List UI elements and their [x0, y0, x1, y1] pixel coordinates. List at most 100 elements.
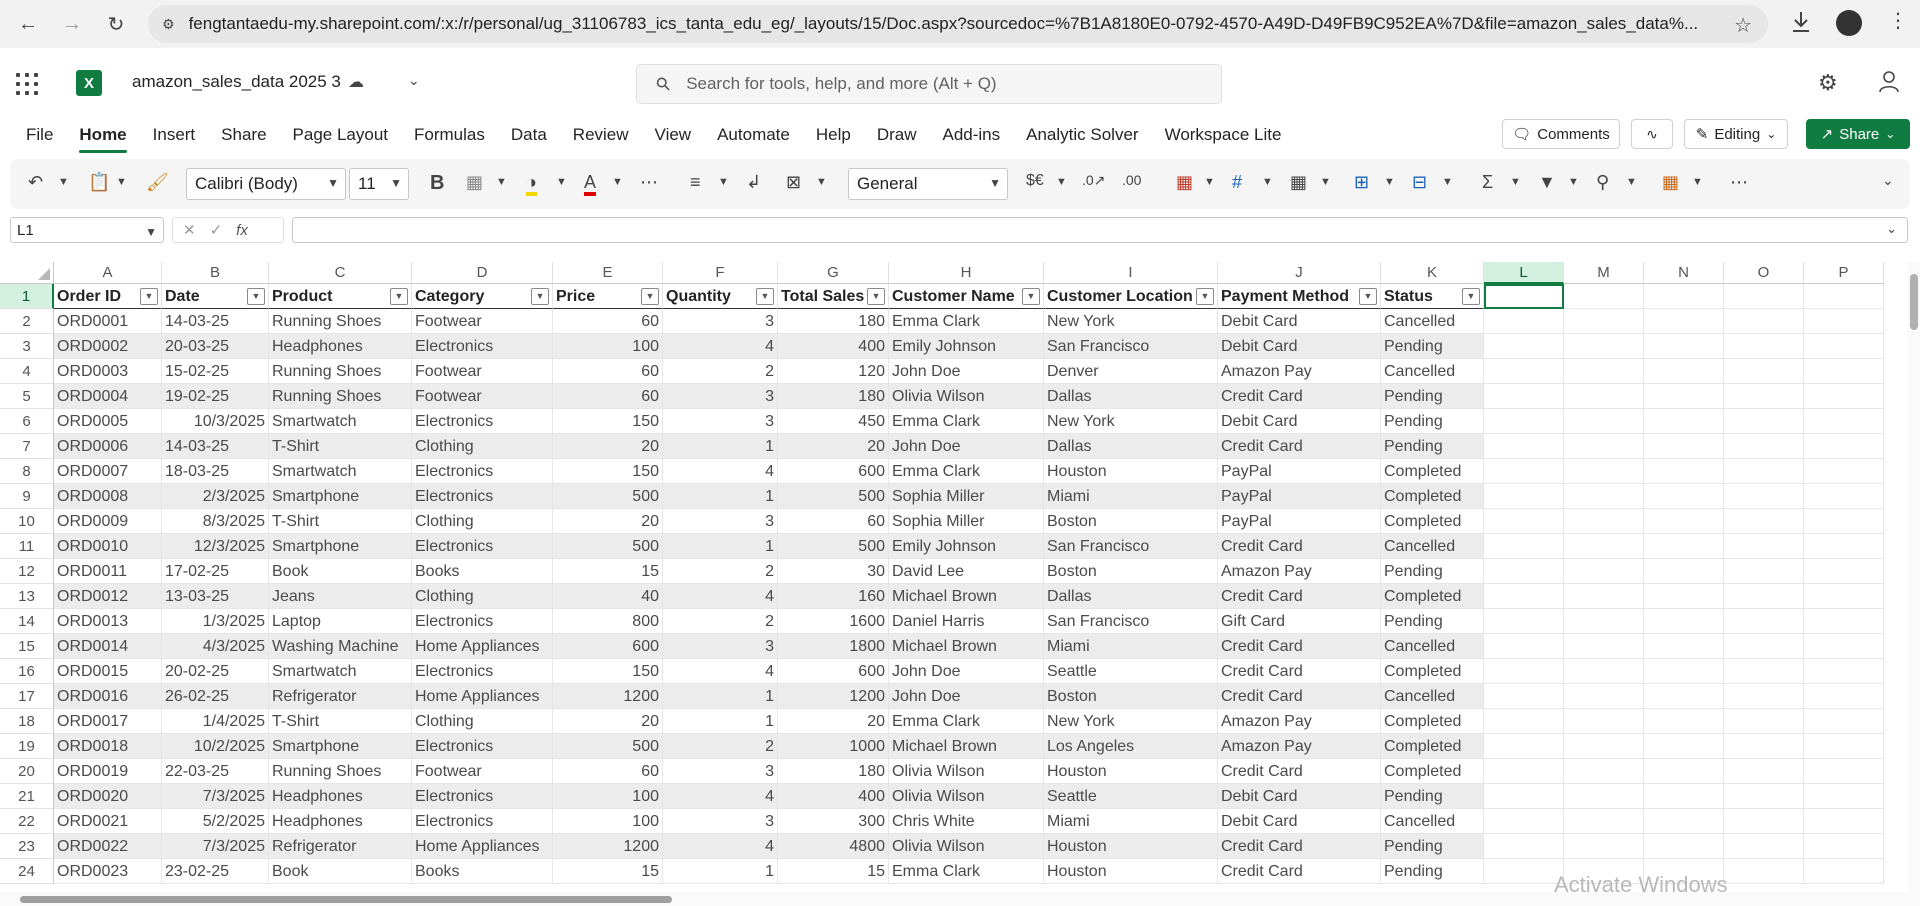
empty-cell[interactable] — [1564, 334, 1644, 359]
table-cell[interactable]: 3 — [663, 309, 778, 334]
empty-cell[interactable] — [1724, 759, 1804, 784]
table-cell[interactable]: Debit Card — [1218, 784, 1381, 809]
empty-cell[interactable] — [1564, 509, 1644, 534]
column-header-i[interactable]: I — [1044, 262, 1218, 284]
bookmark-star-icon[interactable]: ☆ — [1734, 13, 1752, 38]
row-header[interactable]: 10 — [0, 509, 54, 534]
table-cell[interactable]: Running Shoes — [269, 359, 412, 384]
table-cell[interactable]: 2 — [663, 734, 778, 759]
column-header-p[interactable]: P — [1804, 262, 1884, 284]
chevron-down-icon[interactable]: ▼ — [1442, 176, 1453, 188]
table-cell[interactable]: Smartphone — [269, 734, 412, 759]
table-cell[interactable]: Completed — [1381, 584, 1484, 609]
empty-cell[interactable] — [1484, 334, 1564, 359]
table-cell[interactable]: Gift Card — [1218, 609, 1381, 634]
table-cell[interactable]: Cancelled — [1381, 634, 1484, 659]
empty-cell[interactable] — [1484, 359, 1564, 384]
table-cell[interactable]: 8/3/2025 — [162, 509, 269, 534]
table-cell[interactable]: Cancelled — [1381, 684, 1484, 709]
tab-insert[interactable]: Insert — [140, 115, 209, 155]
table-cell[interactable]: Footwear — [412, 384, 553, 409]
empty-cell[interactable] — [1484, 584, 1564, 609]
empty-cell[interactable] — [1484, 734, 1564, 759]
table-cell[interactable]: 1/4/2025 — [162, 709, 269, 734]
empty-cell[interactable] — [1804, 759, 1884, 784]
empty-cell[interactable] — [1484, 684, 1564, 709]
table-cell[interactable]: ORD0017 — [54, 709, 162, 734]
table-cell[interactable]: ORD0003 — [54, 359, 162, 384]
table-cell[interactable]: Debit Card — [1218, 409, 1381, 434]
empty-cell[interactable] — [1804, 634, 1884, 659]
empty-cell[interactable] — [1724, 834, 1804, 859]
row-header[interactable]: 14 — [0, 609, 54, 634]
chevron-down-icon[interactable]: ⌄ — [408, 72, 420, 89]
decrease-decimal-icon[interactable]: .00 — [1122, 172, 1141, 188]
empty-cell[interactable] — [1804, 434, 1884, 459]
table-cell[interactable]: 19-02-25 — [162, 384, 269, 409]
empty-cell[interactable] — [1564, 584, 1644, 609]
table-cell[interactable]: Footwear — [412, 309, 553, 334]
table-cell[interactable]: ORD0022 — [54, 834, 162, 859]
table-cell[interactable]: Books — [412, 559, 553, 584]
insert-cells-icon[interactable]: ⊞ — [1354, 172, 1369, 193]
table-cell[interactable]: 20 — [553, 434, 663, 459]
site-info-icon[interactable]: ⚙ — [162, 16, 175, 33]
increase-decimal-icon[interactable]: .0↗ — [1082, 172, 1105, 189]
empty-cell[interactable] — [1804, 284, 1884, 309]
table-cell[interactable]: San Francisco — [1044, 534, 1218, 559]
table-cell[interactable]: 20 — [553, 509, 663, 534]
download-icon[interactable] — [1790, 10, 1812, 34]
table-cell[interactable]: 1 — [663, 684, 778, 709]
vertical-scroll-thumb[interactable] — [1910, 274, 1918, 330]
table-cell[interactable]: Running Shoes — [269, 759, 412, 784]
empty-cell[interactable] — [1484, 784, 1564, 809]
table-cell[interactable]: ORD0011 — [54, 559, 162, 584]
table-cell[interactable]: 100 — [553, 809, 663, 834]
table-cell[interactable]: 400 — [778, 334, 889, 359]
table-cell[interactable]: 300 — [778, 809, 889, 834]
tab-file[interactable]: File — [13, 115, 66, 155]
table-cell[interactable]: 1/3/2025 — [162, 609, 269, 634]
empty-cell[interactable] — [1484, 834, 1564, 859]
empty-cell[interactable] — [1724, 509, 1804, 534]
table-cell[interactable]: Debit Card — [1218, 809, 1381, 834]
table-cell[interactable]: 60 — [553, 384, 663, 409]
table-cell[interactable]: PayPal — [1218, 459, 1381, 484]
empty-cell[interactable] — [1724, 359, 1804, 384]
column-header-j[interactable]: J — [1218, 262, 1381, 284]
table-cell[interactable]: San Francisco — [1044, 334, 1218, 359]
empty-cell[interactable] — [1644, 759, 1724, 784]
table-cell[interactable]: 20-02-25 — [162, 659, 269, 684]
table-cell[interactable]: Refrigerator — [269, 684, 412, 709]
table-cell[interactable]: ORD0005 — [54, 409, 162, 434]
table-cell[interactable]: 1600 — [778, 609, 889, 634]
table-cell[interactable]: 1 — [663, 534, 778, 559]
table-cell[interactable]: ORD0018 — [54, 734, 162, 759]
table-cell[interactable]: Pending — [1381, 409, 1484, 434]
column-title[interactable]: Payment Method ▼ — [1218, 284, 1381, 309]
table-cell[interactable]: 60 — [553, 309, 663, 334]
table-cell[interactable]: ORD0020 — [54, 784, 162, 809]
active-cell-outline[interactable] — [1484, 284, 1564, 309]
table-cell[interactable]: Cancelled — [1381, 359, 1484, 384]
table-cell[interactable]: 12/3/2025 — [162, 534, 269, 559]
tab-add-ins[interactable]: Add-ins — [930, 115, 1014, 155]
table-cell[interactable]: Smartwatch — [269, 409, 412, 434]
column-header-e[interactable]: E — [553, 262, 663, 284]
table-cell[interactable]: Completed — [1381, 509, 1484, 534]
table-cell[interactable]: Electronics — [412, 659, 553, 684]
chevron-down-icon[interactable]: ▼ — [556, 176, 567, 188]
table-cell[interactable]: 26-02-25 — [162, 684, 269, 709]
chevron-down-icon[interactable]: ▼ — [1626, 176, 1637, 188]
column-header-l[interactable]: L — [1484, 262, 1564, 284]
empty-cell[interactable] — [1724, 559, 1804, 584]
add-ins-icon[interactable]: ▦ — [1662, 172, 1679, 193]
column-header-a[interactable]: A — [54, 262, 162, 284]
cancel-icon[interactable]: ✕ — [183, 221, 196, 239]
chevron-down-icon[interactable]: ▼ — [1384, 176, 1395, 188]
table-cell[interactable]: Credit Card — [1218, 634, 1381, 659]
empty-cell[interactable] — [1564, 609, 1644, 634]
empty-cell[interactable] — [1644, 634, 1724, 659]
confirm-icon[interactable]: ✓ — [210, 221, 223, 239]
comments-button[interactable]: 🗨 Comments — [1502, 119, 1620, 149]
